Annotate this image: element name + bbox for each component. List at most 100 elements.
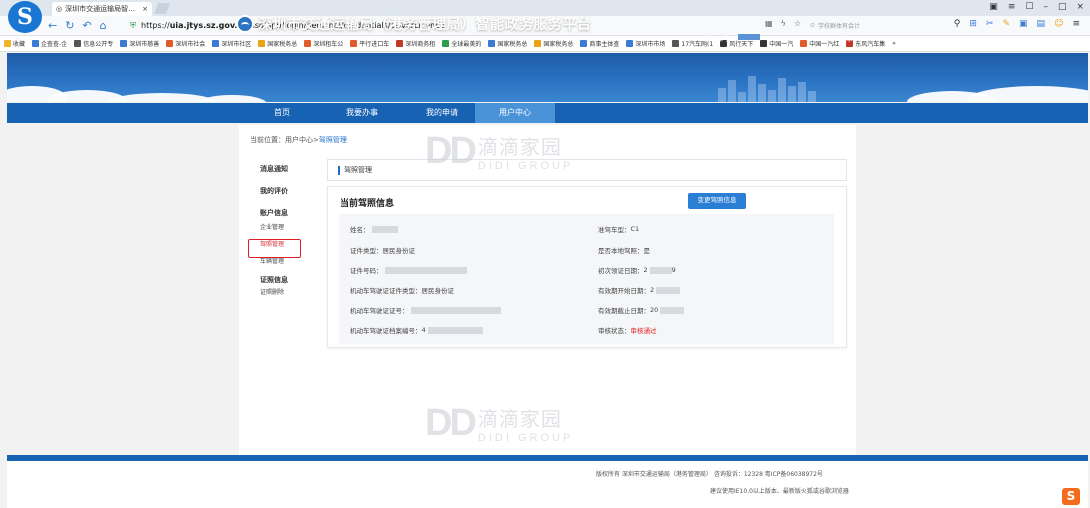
sidebar-item-messages[interactable]: 消息通知 (260, 164, 320, 176)
field-valid-from: 有效期开始日期： 2 (598, 285, 681, 295)
field-review-status: 审核状态： 审核通过 (598, 327, 657, 335)
breadcrumb-current[interactable]: 驾照管理 (319, 136, 347, 144)
bookmark-icon (626, 40, 634, 47)
bookmark-icon (442, 40, 450, 47)
field-licence-number: 机动车驾驶证证号： (350, 305, 501, 315)
bookmark-icon (396, 40, 404, 47)
site-logo-icon (236, 15, 254, 33)
bookmark-icon (120, 40, 128, 47)
sidebar-item-reviews[interactable]: 我的评价 (260, 186, 320, 198)
field-id-type: 证件类型： 居民身份证 (350, 247, 415, 255)
home-icon[interactable]: ⌂ (100, 19, 107, 32)
sidebar-item-cert-delete[interactable]: 证照删除 (260, 287, 320, 298)
sidebar-item-enterprise[interactable]: 企业管理 (260, 222, 320, 233)
masked-value (660, 306, 685, 314)
window-menu-icon[interactable]: ▣ (989, 2, 998, 12)
sogou-ime-icon[interactable]: S (1062, 488, 1080, 505)
grid-icon[interactable]: ▦ (765, 19, 773, 28)
bookmark-icon (488, 40, 496, 47)
bookmark-item[interactable]: 深圳市社区 (212, 39, 251, 48)
star-icon[interactable]: ☆ (794, 19, 801, 28)
bookmarks-bar: 收藏 企查查-企 信息公开专 深圳市慈善 深圳市社会 深圳市社区 国家税务总 深圳租车公 平行进… (0, 36, 1090, 52)
search-box[interactable]: ⊙ 学校群体有会计 (810, 19, 920, 32)
doc-icon[interactable]: ▤ (1037, 19, 1046, 29)
shirt-icon[interactable]: ☐ (1025, 2, 1033, 12)
bookmark-item[interactable]: 企查查-企 (32, 39, 67, 48)
field-valid-to: 有效期截止日期： 20 (598, 305, 685, 315)
bookmark-icon (350, 40, 358, 47)
bookmark-icon (760, 40, 768, 47)
extension-icon[interactable]: ⊞ (969, 19, 977, 29)
login-account: 登录账号： (705, 34, 761, 43)
masked-value (384, 266, 467, 274)
masked-value (427, 326, 483, 334)
note-icon[interactable]: ▣ (1019, 19, 1028, 29)
bookmark-item[interactable]: 商事主体查 (580, 39, 619, 48)
field-name: 姓名： (350, 224, 398, 234)
close-tab-icon[interactable]: × (142, 5, 148, 13)
status-badge: 审核通过 (630, 327, 657, 335)
masked-value (371, 225, 398, 233)
bookmark-item[interactable]: 收藏 (4, 39, 25, 48)
bookmark-item[interactable]: 深圳市市场 (626, 39, 665, 48)
footer-browser-note: 建议使用IE10.0以上版本、最新版火狐或谷歌浏览器 (710, 488, 849, 495)
nav-applications[interactable]: 我的申请 (402, 103, 482, 123)
logout-link[interactable]: ⏻ 退出登录 (822, 34, 853, 44)
list-icon[interactable]: ≡ (1008, 2, 1016, 12)
scissors-icon[interactable]: ✂ (986, 19, 994, 29)
bookmark-item[interactable]: 全球最美的 (442, 39, 481, 48)
skyline-image (718, 74, 838, 102)
bookmark-icon (672, 40, 680, 47)
power-icon: ⏻ (822, 36, 827, 43)
smile-icon[interactable]: ☺ (1054, 19, 1063, 29)
browser-logo-icon[interactable]: S (8, 1, 42, 33)
refresh-icon[interactable]: ↻ (65, 19, 74, 32)
field-first-issue-date: 初次领证日期： 2 9 (598, 266, 676, 275)
bookmark-icon (32, 40, 40, 47)
nav-home[interactable]: 首页 (242, 103, 322, 123)
field-archive-number: 机动车驾驶证档案编号： 4 (350, 325, 483, 335)
bookmark-item[interactable]: 平行进口车 (350, 39, 389, 48)
browser-tab[interactable]: ◎ 深圳市交通运输局智能... × (52, 2, 152, 16)
nav-services[interactable]: 我要办事 (322, 103, 402, 123)
masked-account (738, 34, 761, 40)
main-nav: 首页 我要办事 我的申请 用户中心 (7, 103, 1088, 123)
more-icon[interactable]: ≡ (1072, 19, 1080, 29)
maximize-icon[interactable]: □ (1058, 2, 1067, 12)
search-icon[interactable]: ⚲ (954, 19, 961, 29)
masked-value (656, 286, 681, 294)
bookmark-item[interactable]: 信息公开专 (74, 39, 113, 48)
back-icon[interactable]: ← (48, 19, 57, 32)
breadcrumb: 当前位置：用户中心>驾照管理 (250, 136, 347, 144)
bookmark-item[interactable]: 中国一汽 (760, 39, 793, 48)
bookmarks-more-icon[interactable]: » (892, 40, 896, 47)
masked-value (649, 266, 672, 274)
bookmark-icon (212, 40, 220, 47)
undo-icon[interactable]: ↶ (82, 19, 91, 32)
lightning-icon[interactable]: ϟ (781, 19, 786, 28)
bookmark-item[interactable]: 深圳市社会 (166, 39, 205, 48)
bookmark-icon (304, 40, 312, 47)
bookmark-item[interactable]: 国家税务总 (534, 39, 573, 48)
bookmark-icon (534, 40, 542, 47)
masked-value (410, 306, 501, 314)
close-window-icon[interactable]: × (1076, 2, 1084, 12)
nav-user-center[interactable]: 用户中心 (475, 103, 555, 123)
globe-icon: ◎ (56, 5, 63, 13)
bookmark-icon (74, 40, 82, 47)
bookmark-item[interactable]: 国家税务总 (488, 39, 527, 48)
field-licence-id-type: 机动车驾驶证证件类型： 居民身份证 (350, 287, 454, 295)
search-placeholder: 学校群体有会计 (818, 23, 861, 30)
pin-icon[interactable]: ✎ (1002, 19, 1010, 29)
secure-shield-icon: ⛨ (130, 20, 136, 30)
nav-buttons: ← ↻ ↶ ⌂ (48, 19, 107, 32)
change-licence-button[interactable]: 变更驾照信息 (688, 193, 746, 209)
search-engine-icon: ⊙ (810, 22, 816, 29)
address-tools: ▦ ϟ ☆ (765, 19, 801, 28)
bookmark-item[interactable]: 深圳市慈善 (120, 39, 159, 48)
bookmark-item[interactable]: 深圳租车公 (304, 39, 343, 48)
minimize-icon[interactable]: – (1043, 2, 1048, 12)
new-tab-button[interactable] (153, 3, 171, 14)
bookmark-item[interactable]: 国家税务总 (258, 39, 297, 48)
bookmark-item[interactable]: 深圳商务租 (396, 39, 435, 48)
